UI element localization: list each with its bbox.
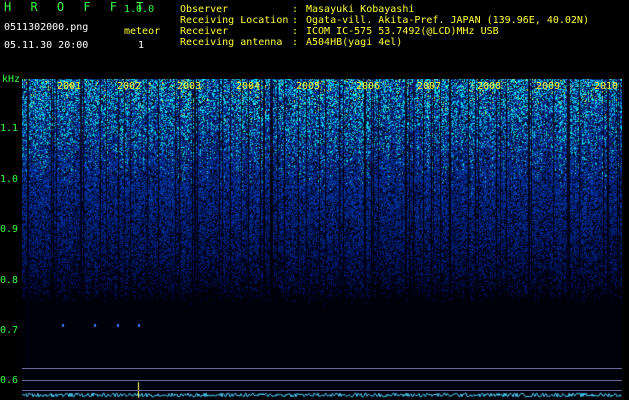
info-key: Observer	[180, 4, 229, 15]
info-colon: :	[292, 4, 299, 15]
y-tick-label: 0.9	[0, 224, 19, 235]
time-marker: 2009	[536, 81, 561, 92]
info-key: Receiving antenna	[180, 37, 283, 48]
info-colon: :	[292, 15, 299, 26]
info-value: Masayuki Kobayashi	[306, 4, 415, 15]
time-marker: 2002	[117, 81, 142, 92]
info-value: ICOM IC-575 53.7492(@LCD)MHz USB	[306, 26, 499, 37]
y-tick-label: 1.1	[0, 123, 19, 134]
info-row-observer: Observer : Masayuki Kobayashi	[180, 4, 589, 15]
info-key: Receiver	[180, 26, 229, 37]
time-marker: 2004	[236, 81, 261, 92]
info-key: Receiving Location	[180, 15, 289, 26]
y-tick-label: 0.8	[0, 275, 19, 286]
app-version: 1.0.0	[124, 4, 155, 15]
y-tick-label: 0.6	[0, 375, 19, 386]
time-marker: 2006	[356, 81, 381, 92]
info-colon: :	[292, 26, 299, 37]
y-axis-unit: kHz	[2, 74, 21, 85]
time-marker: 2003	[177, 81, 202, 92]
info-row-receiver: Receiver : ICOM IC-575 53.7492(@LCD)MHz …	[180, 26, 589, 37]
meteor-label: meteor	[124, 26, 161, 37]
reference-line	[22, 368, 622, 369]
time-marker: 2005	[296, 81, 321, 92]
time-marker: 2010	[594, 81, 619, 92]
y-axis: kHz 1.1 1.0 0.9 0.8 0.7 0.6	[0, 0, 22, 400]
spectrogram-canvas	[22, 79, 622, 400]
time-marker: 2007	[417, 81, 442, 92]
y-tick-label: 1.0	[0, 174, 19, 185]
time-marker: 2008	[477, 81, 502, 92]
reference-line	[22, 380, 622, 381]
info-value: Ogata-vill. Akita-Pref. JAPAN (139.96E, …	[306, 15, 589, 26]
info-row-antenna: Receiving antenna : A504HB(yagi 4el)	[180, 37, 589, 48]
meteor-count: 1	[138, 40, 145, 51]
time-marker: 2001	[57, 81, 82, 92]
info-value: A504HB(yagi 4el)	[306, 37, 403, 48]
reference-line	[22, 390, 622, 391]
y-tick-label: 0.7	[0, 325, 19, 336]
observation-info: Observer : Masayuki Kobayashi Receiving …	[180, 4, 589, 48]
info-colon: :	[292, 37, 299, 48]
info-row-location: Receiving Location : Ogata-vill. Akita-P…	[180, 15, 589, 26]
